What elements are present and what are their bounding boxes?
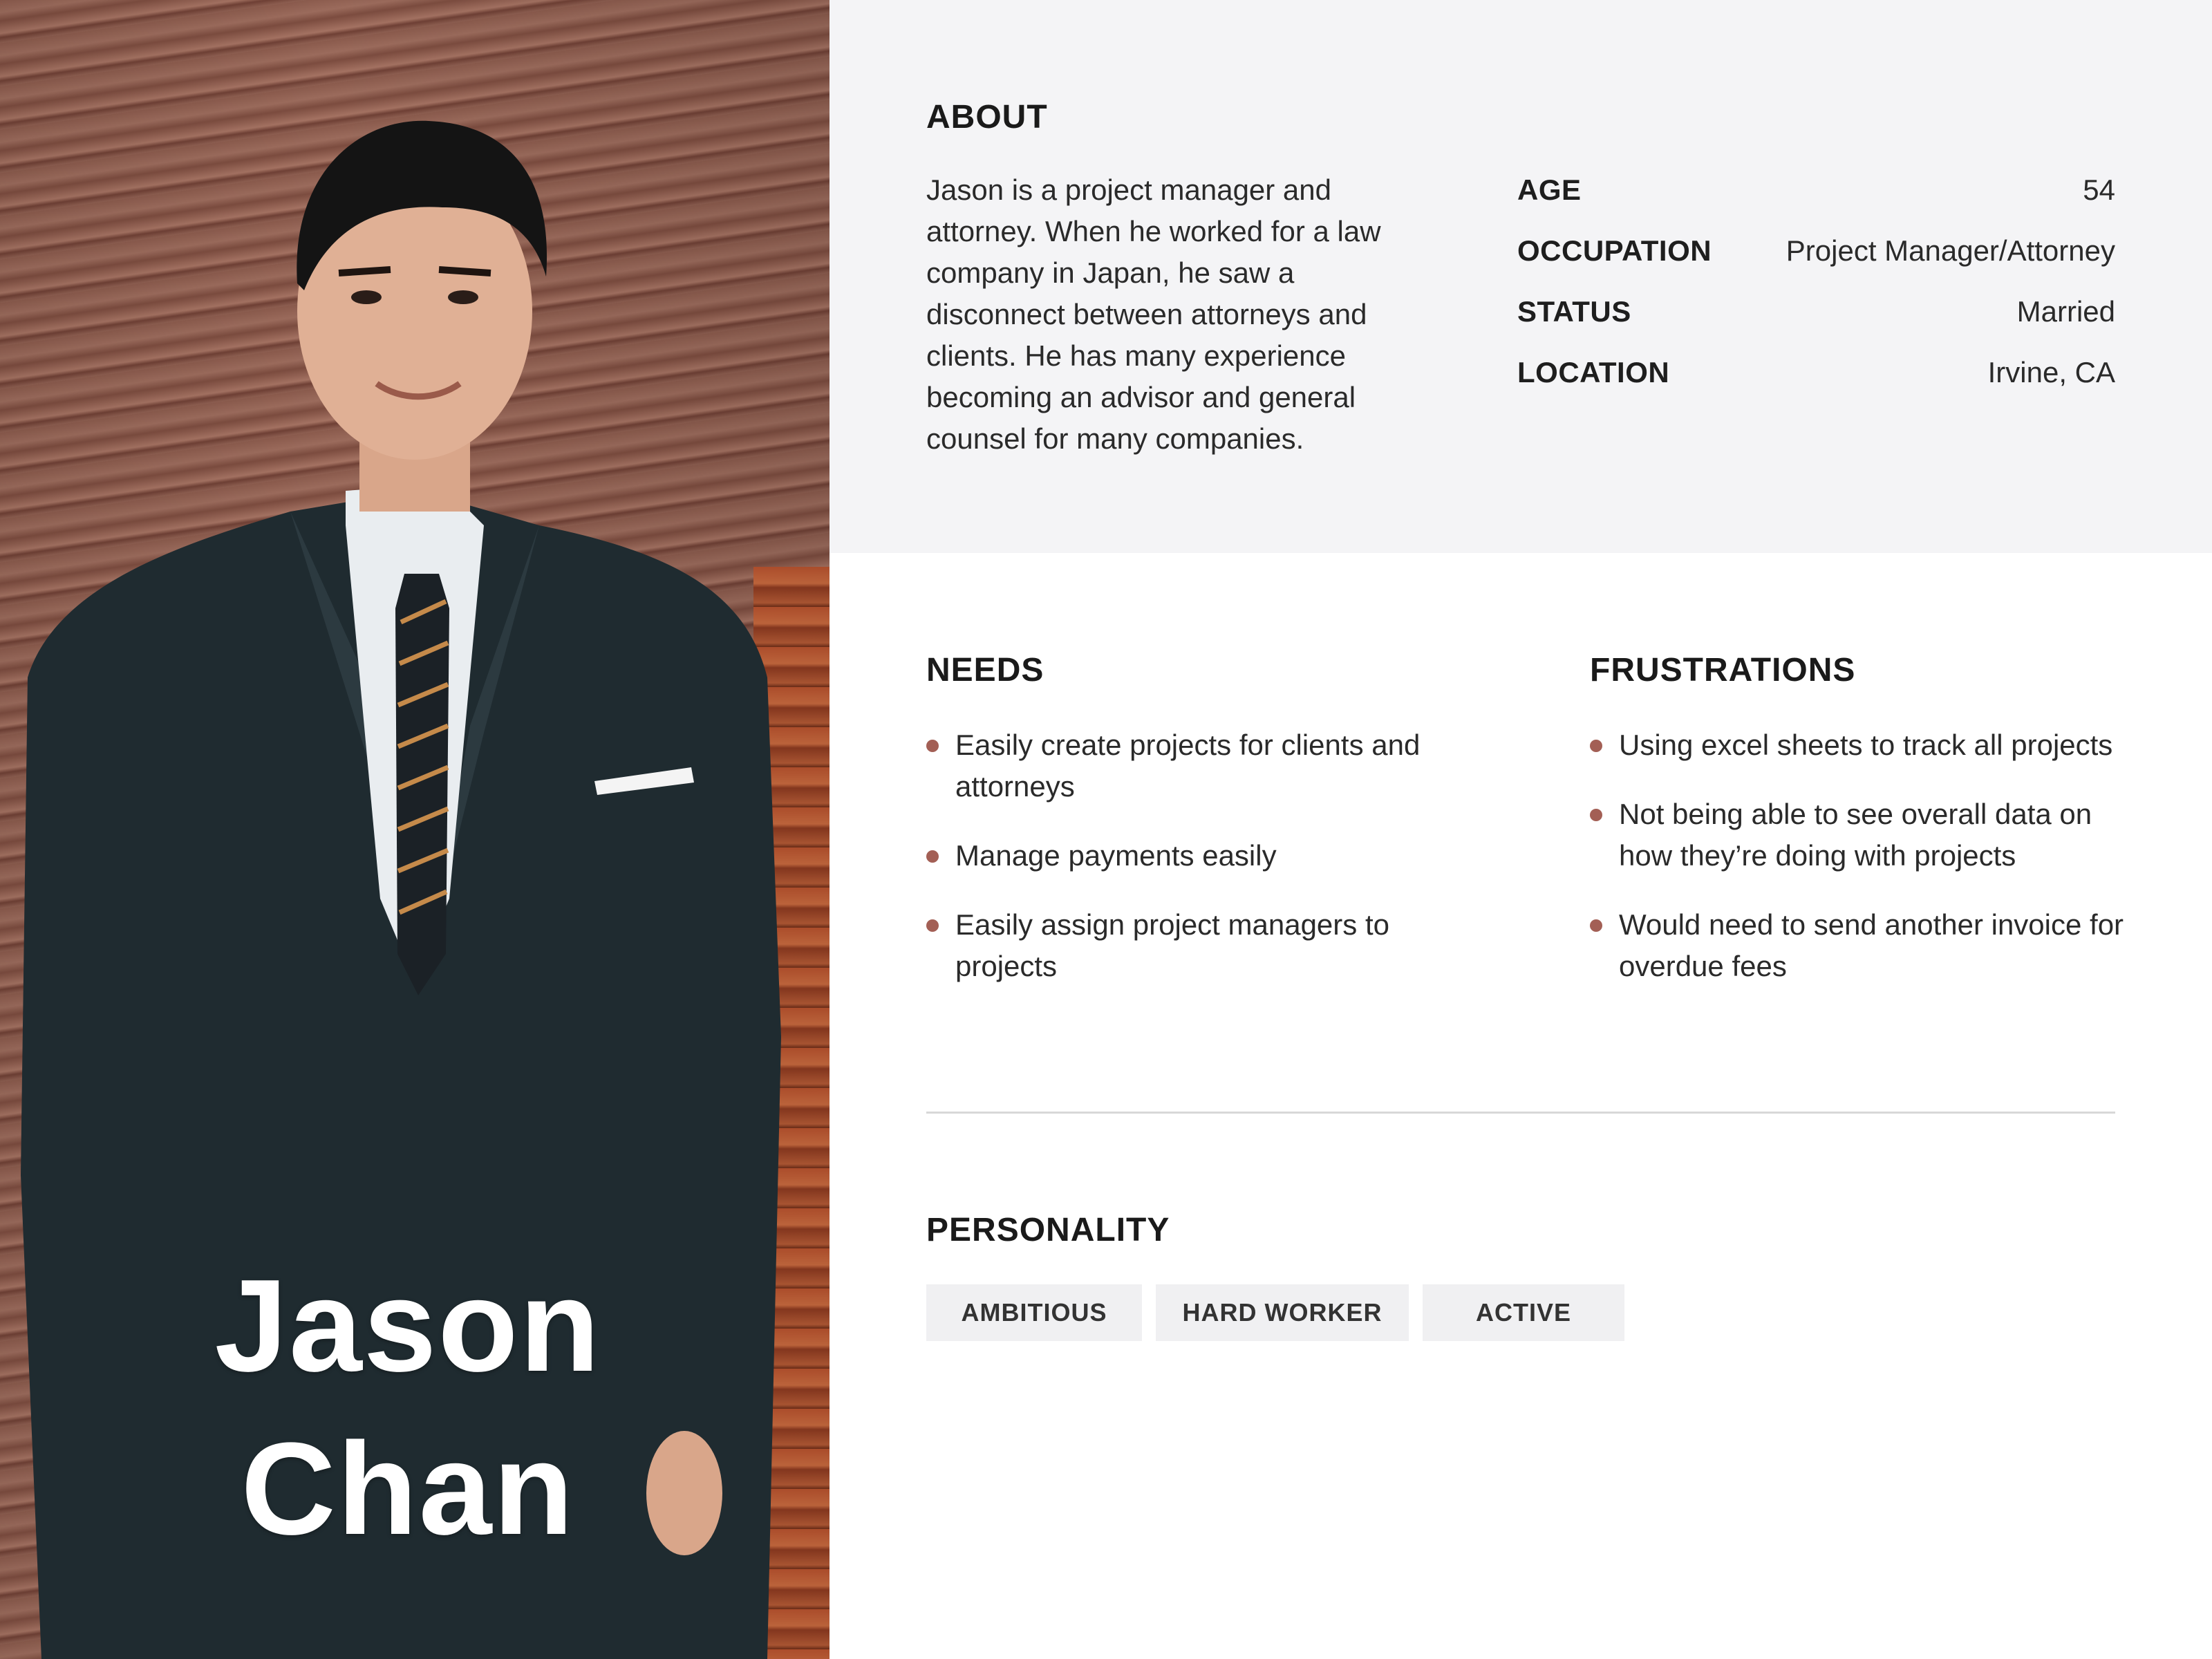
fact-label: AGE — [1517, 174, 1582, 206]
persona-first-name: Jason — [214, 1253, 601, 1399]
needs-list: Easily create projects for clients and a… — [926, 724, 1472, 1015]
fact-value: Irvine, CA — [1987, 356, 2115, 388]
personality-title: PERSONALITY — [926, 1212, 1170, 1248]
need-text: Easily assign project managers to projec… — [955, 908, 1389, 982]
bullet-dot — [1590, 740, 1602, 752]
needs-title: NEEDS — [926, 652, 1044, 688]
personality-tag: AMBITIOUS — [926, 1284, 1142, 1341]
fact-status: STATUS Married — [1517, 291, 2115, 332]
about-title: ABOUT — [926, 99, 1048, 135]
list-item: Would need to send another invoice for o… — [1590, 904, 2143, 987]
fact-occupation: OCCUPATION Project Manager/Attorney — [1517, 230, 2115, 272]
list-item: Using excel sheets to track all projects — [1590, 724, 2143, 766]
personality-tag: HARD WORKER — [1156, 1284, 1409, 1341]
about-text: Jason is a project manager and attorney.… — [926, 174, 1381, 455]
personality-tags: AMBITIOUS HARD WORKER ACTIVE — [926, 1284, 1624, 1341]
fact-age: AGE 54 — [1517, 169, 2115, 211]
frustration-text: Would need to send another invoice for o… — [1619, 908, 2124, 982]
bullet-dot — [1590, 809, 1602, 821]
personality-tag: ACTIVE — [1423, 1284, 1624, 1341]
list-item: Easily assign project managers to projec… — [926, 904, 1472, 987]
fact-label: LOCATION — [1517, 356, 1670, 388]
fact-label: STATUS — [1517, 295, 1631, 328]
bullet-dot — [1590, 919, 1602, 932]
need-text: Manage payments easily — [955, 839, 1277, 872]
list-item: Manage payments easily — [926, 835, 1472, 877]
bullet-dot — [926, 919, 939, 932]
fact-value: 54 — [2083, 174, 2115, 206]
frustrations-list: Using excel sheets to track all projects… — [1590, 724, 2143, 1015]
list-item: Easily create projects for clients and a… — [926, 724, 1472, 807]
frustration-text: Using excel sheets to track all projects — [1619, 729, 2113, 761]
fact-value: Project Manager/Attorney — [1785, 234, 2115, 267]
fact-location: LOCATION Irvine, CA — [1517, 352, 2115, 393]
bullet-dot — [926, 740, 939, 752]
need-text: Easily create projects for clients and a… — [955, 729, 1421, 803]
fact-value: Married — [2016, 295, 2115, 328]
persona-photo: Jason Chan — [0, 0, 830, 1659]
list-item: Not being able to see overall data on ho… — [1590, 794, 2143, 877]
bullet-dot — [926, 850, 939, 863]
fact-label: OCCUPATION — [1517, 234, 1712, 267]
persona-name: Jason Chan — [0, 1244, 816, 1571]
divider — [926, 1112, 2115, 1114]
frustration-text: Not being able to see overall data on ho… — [1619, 798, 2092, 872]
facts-list: AGE 54 OCCUPATION Project Manager/Attorn… — [1517, 169, 2115, 413]
frustrations-title: FRUSTRATIONS — [1590, 652, 1856, 688]
persona-last-name: Chan — [241, 1416, 575, 1562]
